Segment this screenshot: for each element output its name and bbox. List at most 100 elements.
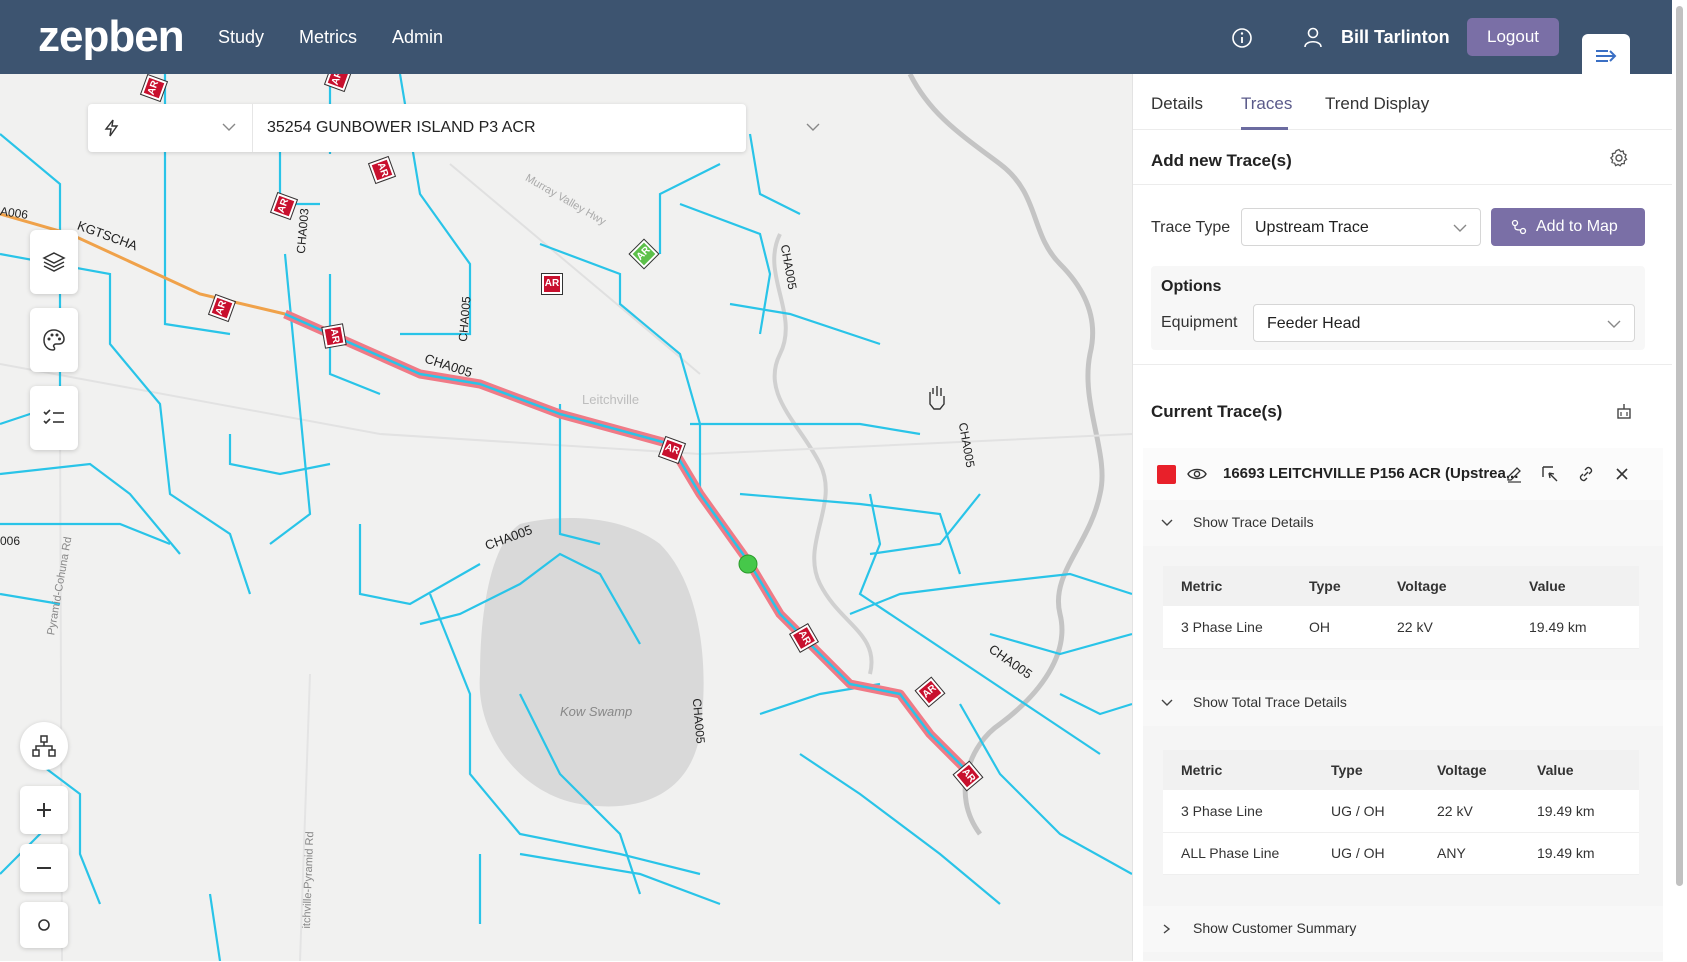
show-trace-details-toggle[interactable]: Show Trace Details (1143, 500, 1663, 546)
chevron-down-icon[interactable] (806, 122, 820, 132)
zoom-in-button[interactable] (20, 786, 68, 834)
map-canvas[interactable]: AR AR AR AR AR AR AR AR AR AR AR AR A006… (0, 74, 1132, 961)
creek (772, 233, 874, 675)
show-total-trace-details-toggle[interactable]: Show Total Trace Details (1143, 680, 1663, 726)
equipment-label: Equipment (1161, 314, 1238, 331)
user-icon (1304, 27, 1322, 48)
road (449, 163, 701, 375)
zoom-to-trace-icon[interactable] (1541, 465, 1559, 483)
show-trace-details-label: Show Trace Details (1193, 514, 1314, 530)
trace-card-header: 16693 LEITCHVILLE P156 ACR (Upstrea... (1143, 448, 1663, 500)
palette-icon (43, 329, 65, 351)
layers-button[interactable] (30, 230, 78, 294)
chevron-down-icon[interactable] (222, 122, 236, 132)
show-total-trace-details-label: Show Total Trace Details (1193, 694, 1347, 710)
table-cell: 22 kV (1419, 790, 1519, 833)
feeder-selector[interactable]: 35254 GUNBOWER ISLAND P3 ACR (88, 104, 820, 152)
table-header: Voltage (1379, 566, 1511, 606)
table-cell: OH (1291, 606, 1379, 649)
nav-metrics[interactable]: Metrics (299, 27, 357, 48)
ar-marker[interactable]: AR (321, 323, 347, 349)
map-label: Leitchville (582, 392, 640, 407)
locate-button[interactable] (20, 902, 68, 948)
checklist-button[interactable] (30, 386, 78, 450)
add-to-map-label: Add to Map (1536, 218, 1618, 235)
layers-icon (42, 252, 66, 272)
active-tab-indicator (1241, 127, 1288, 130)
tab-trend-display[interactable]: Trend Display (1325, 94, 1429, 114)
network-hierarchy-button[interactable] (20, 722, 68, 770)
scrollbar-thumb[interactable] (1676, 6, 1683, 886)
table-row: 3 Phase Line OH 22 kV 19.49 km (1163, 606, 1639, 649)
table-cell: 3 Phase Line (1163, 606, 1291, 649)
kow-swamp-lake (479, 518, 704, 807)
hierarchy-icon (32, 735, 56, 757)
add-new-trace-title: Add new Trace(s) (1151, 151, 1292, 170)
hand-cursor-icon (929, 386, 945, 410)
logout-button[interactable]: Logout (1467, 18, 1559, 56)
gear-icon[interactable] (1609, 148, 1629, 168)
link-icon[interactable] (1577, 465, 1595, 483)
user-name: Bill Tarlinton (1341, 27, 1450, 47)
table-cell: UG / OH (1313, 832, 1419, 875)
lightning-icon (104, 119, 119, 137)
add-to-map-button[interactable]: Add to Map (1491, 208, 1645, 246)
table-header: Metric (1163, 750, 1313, 790)
trace-start-marker[interactable] (738, 554, 758, 574)
tab-traces[interactable]: Traces (1241, 94, 1292, 114)
zoom-out-button[interactable] (20, 844, 68, 892)
table-header: Value (1511, 566, 1639, 606)
eye-icon[interactable] (1187, 466, 1207, 482)
collapse-panel-icon (1596, 50, 1617, 62)
close-icon[interactable] (1613, 465, 1631, 483)
tab-details[interactable]: Details (1151, 94, 1203, 114)
table-cell: ANY (1419, 832, 1519, 875)
table-header: Type (1291, 566, 1379, 606)
options-title: Options (1161, 278, 1222, 295)
feeder-select-value: 35254 GUNBOWER ISLAND P3 ACR (267, 119, 536, 136)
minus-icon (37, 867, 51, 869)
trace-name: 16693 LEITCHVILLE P156 ACR (Upstrea... (1223, 465, 1519, 482)
table-header: Value (1519, 750, 1639, 790)
chevron-down-icon (1453, 224, 1467, 232)
top-nav-bar: zepben Study Metrics Admin Bill Tarlinto… (0, 0, 1687, 76)
style-button[interactable] (30, 308, 78, 372)
show-customer-summary-toggle[interactable]: Show Customer Summary (1143, 906, 1663, 952)
panel-toggle-button[interactable] (1582, 34, 1630, 76)
info-icon[interactable] (1231, 27, 1253, 49)
chevron-down-icon (1161, 699, 1173, 706)
table-cell: 19.49 km (1511, 606, 1639, 649)
edit-icon[interactable] (1505, 465, 1523, 483)
bulk-delete-icon[interactable] (1615, 402, 1633, 420)
chevron-right-icon (1163, 924, 1171, 934)
chevron-down-icon (1161, 519, 1173, 526)
equipment-select[interactable]: Feeder Head (1253, 304, 1635, 342)
trace-details-table: Metric Type Voltage Value 3 Phase Line O… (1163, 566, 1639, 649)
nav-study[interactable]: Study (218, 27, 264, 48)
route-icon (1511, 219, 1527, 235)
table-cell: 19.49 km (1519, 790, 1639, 833)
total-trace-details-table: Metric Type Voltage Value 3 Phase Line U… (1163, 750, 1639, 875)
table-row: ALL Phase Line UG / OH ANY 19.49 km (1163, 832, 1639, 875)
divider (252, 104, 253, 152)
trace-type-label: Trace Type (1151, 219, 1231, 236)
trace-card: 16693 LEITCHVILLE P156 ACR (Upstrea... S… (1143, 448, 1663, 961)
table-cell: 22 kV (1379, 606, 1511, 649)
nav-admin[interactable]: Admin (392, 27, 443, 48)
divider (1133, 184, 1672, 185)
table-row: 3 Phase Line UG / OH 22 kV 19.49 km (1163, 790, 1639, 833)
table-cell: 3 Phase Line (1163, 790, 1313, 833)
table-header: Metric (1163, 566, 1291, 606)
trace-color-swatch[interactable] (1157, 465, 1176, 484)
map-label: Kow Swamp (560, 704, 633, 719)
divider (1133, 364, 1672, 365)
zepben-logo: zepben (38, 12, 185, 61)
page-scrollbar[interactable] (1672, 0, 1687, 961)
trace-type-value: Upstream Trace (1255, 219, 1369, 236)
trace-type-select[interactable]: Upstream Trace (1241, 208, 1481, 246)
checklist-icon (43, 409, 64, 425)
map-label: 006 (0, 534, 21, 548)
chevron-down-icon (1607, 320, 1621, 328)
table-cell: ALL Phase Line (1163, 832, 1313, 875)
ar-marker[interactable]: AR (541, 273, 563, 295)
